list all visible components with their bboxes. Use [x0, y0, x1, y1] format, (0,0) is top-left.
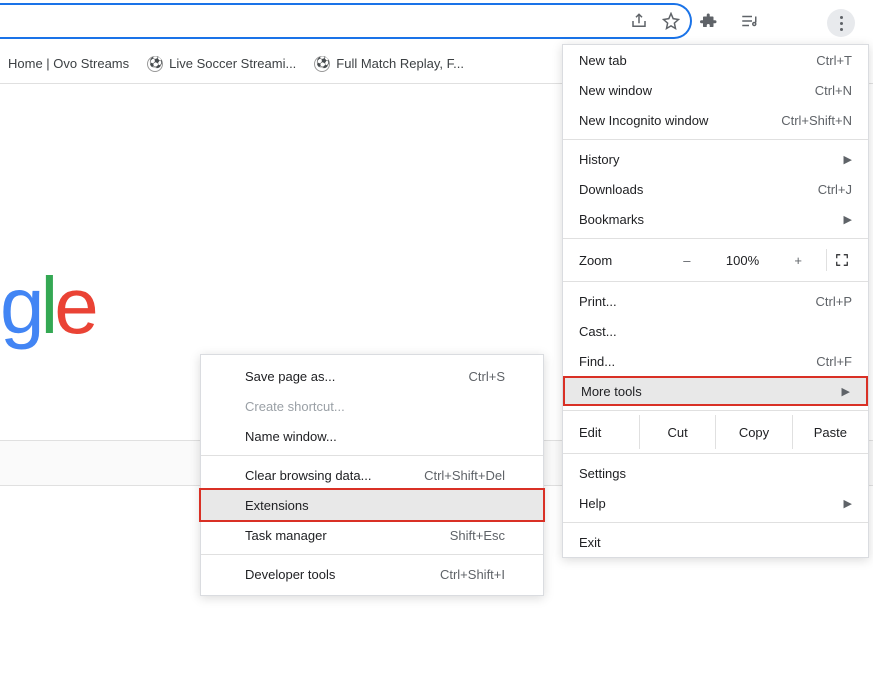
chrome-main-menu: New tab Ctrl+T New window Ctrl+N New Inc…: [562, 44, 869, 558]
bookmark-label: Full Match Replay, F...: [336, 56, 464, 71]
menu-new-incognito[interactable]: New Incognito window Ctrl+Shift+N: [563, 105, 868, 135]
menu-print[interactable]: Print... Ctrl+P: [563, 286, 868, 316]
google-logo: gle: [0, 260, 95, 352]
menu-bookmarks[interactable]: Bookmarks ▶: [563, 204, 868, 234]
chevron-right-icon: ▶: [844, 213, 852, 226]
submenu-developer-tools[interactable]: Developer tools Ctrl+Shift+I: [201, 559, 543, 589]
menu-downloads[interactable]: Downloads Ctrl+J: [563, 174, 868, 204]
submenu-clear-browsing-data[interactable]: Clear browsing data... Ctrl+Shift+Del: [201, 460, 543, 490]
soccer-icon: [147, 56, 163, 72]
edit-copy-button[interactable]: Copy: [715, 415, 791, 449]
star-icon[interactable]: [662, 12, 680, 30]
edit-paste-button[interactable]: Paste: [792, 415, 868, 449]
separator: [563, 522, 868, 523]
menu-new-window[interactable]: New window Ctrl+N: [563, 75, 868, 105]
chevron-right-icon: ▶: [844, 497, 852, 510]
submenu-extensions[interactable]: Extensions: [201, 490, 543, 520]
edit-cut-button[interactable]: Cut: [639, 415, 715, 449]
menu-cast[interactable]: Cast...: [563, 316, 868, 346]
zoom-out-button[interactable]: –: [659, 253, 715, 268]
submenu-name-window[interactable]: Name window...: [201, 421, 543, 451]
puzzle-icon[interactable]: [700, 12, 718, 30]
submenu-save-page[interactable]: Save page as... Ctrl+S: [201, 361, 543, 391]
separator: [201, 554, 543, 555]
bookmark-item[interactable]: Home | Ovo Streams: [8, 56, 129, 71]
bookmark-item[interactable]: Full Match Replay, F...: [314, 56, 464, 72]
menu-more-tools[interactable]: More tools ▶: [563, 376, 868, 406]
share-icon[interactable]: [630, 12, 648, 30]
music-list-icon[interactable]: [740, 12, 758, 30]
chrome-menu-button[interactable]: [827, 9, 855, 37]
submenu-create-shortcut: Create shortcut...: [201, 391, 543, 421]
separator: [563, 139, 868, 140]
zoom-in-button[interactable]: +: [770, 253, 826, 268]
separator: [563, 453, 868, 454]
fullscreen-button[interactable]: [826, 249, 856, 271]
menu-find[interactable]: Find... Ctrl+F: [563, 346, 868, 376]
fullscreen-icon: [835, 253, 849, 267]
menu-new-tab[interactable]: New tab Ctrl+T: [563, 45, 868, 75]
more-tools-submenu: Save page as... Ctrl+S Create shortcut..…: [200, 354, 544, 596]
bookmark-item[interactable]: Live Soccer Streami...: [147, 56, 296, 72]
chevron-right-icon: ▶: [842, 385, 850, 398]
separator: [201, 455, 543, 456]
separator: [563, 238, 868, 239]
menu-help[interactable]: Help ▶: [563, 488, 868, 518]
omnibox[interactable]: [0, 3, 692, 39]
zoom-value: 100%: [715, 253, 771, 268]
toolbar: [0, 3, 873, 39]
chevron-right-icon: ▶: [844, 153, 852, 166]
menu-settings[interactable]: Settings: [563, 458, 868, 488]
dots-vertical-icon: [840, 16, 843, 31]
menu-exit[interactable]: Exit: [563, 527, 868, 557]
separator: [563, 410, 868, 411]
separator: [563, 281, 868, 282]
soccer-icon: [314, 56, 330, 72]
bookmark-label: Home | Ovo Streams: [8, 56, 129, 71]
bookmark-label: Live Soccer Streami...: [169, 56, 296, 71]
menu-zoom: Zoom – 100% +: [563, 243, 868, 277]
submenu-task-manager[interactable]: Task manager Shift+Esc: [201, 520, 543, 550]
menu-history[interactable]: History ▶: [563, 144, 868, 174]
toolbar-right: [700, 3, 758, 39]
menu-edit: Edit Cut Copy Paste: [563, 415, 868, 449]
